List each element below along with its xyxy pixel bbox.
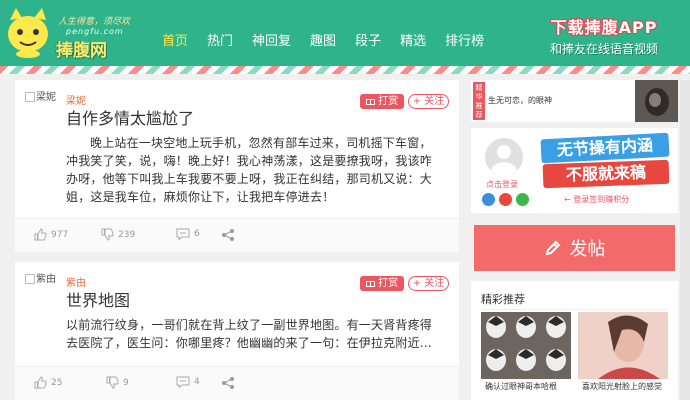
app-banner-title: 下载捧腹APP bbox=[550, 18, 658, 37]
logo-url: pengfu.com bbox=[66, 27, 124, 36]
nav-featured[interactable]: 精选 bbox=[400, 32, 426, 52]
post-card: 紫由 紫由 打赏 + 关注 世界地图 以前流行纹身，一哥们就在背上纹了一副世界地… bbox=[15, 262, 459, 400]
page-scrollbar[interactable] bbox=[680, 80, 690, 400]
reward-button[interactable]: 打赏 bbox=[360, 276, 404, 291]
nav-god-reply[interactable]: 神回复 bbox=[252, 32, 291, 52]
thumbs-down-icon bbox=[101, 228, 114, 241]
share-button[interactable] bbox=[221, 376, 239, 390]
post-body: 以前流行纹身，一哥们就在背上纹了一副世界地图。有一天肾背疼得去医院了，医生问：你… bbox=[66, 318, 433, 350]
download-app-banner[interactable]: 下载捧腹APP 和捧友在线语音视频 bbox=[520, 18, 688, 62]
gift-icon bbox=[365, 99, 375, 105]
recommend-text[interactable]: 生无可恋，的眼神 bbox=[488, 95, 552, 106]
broken-image-icon bbox=[25, 274, 35, 284]
promo-banner-line2[interactable]: 不服就来稿 bbox=[542, 159, 670, 189]
author-avatar[interactable]: 梁妮 bbox=[25, 92, 56, 104]
post-action-bar: 977 239 6 bbox=[15, 218, 459, 252]
reward-button[interactable]: 打赏 bbox=[360, 94, 404, 109]
author-avatar[interactable]: 紫由 bbox=[25, 274, 56, 286]
login-widget: 点击登录 无节操有内涵 不服就来稿 ← 登录签到赚积分 bbox=[471, 128, 678, 213]
weibo-icon[interactable] bbox=[499, 193, 512, 206]
comment-icon bbox=[176, 228, 190, 240]
share-icon bbox=[222, 377, 234, 389]
signin-points-link[interactable]: ← 登录签到赚积分 bbox=[564, 194, 629, 205]
share-icon bbox=[222, 229, 234, 241]
follow-button[interactable]: + 关注 bbox=[408, 276, 449, 291]
thumbs-down-icon bbox=[106, 376, 119, 389]
broken-image-icon bbox=[25, 92, 35, 102]
reward-label: 打赏 bbox=[378, 278, 399, 289]
comment-count: 6 bbox=[194, 229, 200, 239]
post-action-bar: 25 9 4 bbox=[15, 366, 459, 400]
dislike-count: 239 bbox=[118, 229, 136, 240]
site-logo[interactable]: 人生得意，须尽欢 pengfu.com 捧腹网 bbox=[4, 6, 154, 62]
login-link[interactable]: 点击登录 bbox=[486, 179, 518, 190]
like-button[interactable]: 25 bbox=[34, 376, 62, 389]
app-banner-subtitle: 和捧友在线语音视频 bbox=[549, 42, 658, 56]
post-body: 晚上站在一块空地上玩手机，忽然有部车过来，司机摇下车窗，冲我笑了笑，说，嗨！晚上… bbox=[66, 136, 433, 204]
logo-name: 捧腹网 bbox=[56, 41, 107, 61]
comment-icon bbox=[176, 376, 190, 388]
post-card: 梁妮 梁妮 打赏 + 关注 自作多情太尴尬了 晚上站在一块空地上玩手机，忽然有部… bbox=[15, 80, 459, 252]
main-nav: 首页 热门 神回复 趣图 段子 精选 排行榜 bbox=[162, 32, 503, 52]
share-button[interactable] bbox=[221, 228, 239, 242]
thumbs-up-icon bbox=[34, 228, 47, 241]
avatar-alt-text: 紫由 bbox=[36, 274, 56, 285]
comment-count: 4 bbox=[194, 377, 200, 387]
recommend-thumbnail[interactable] bbox=[635, 80, 678, 122]
recommend-widget[interactable]: 精华推荐 生无可恋，的眼神 bbox=[471, 80, 678, 122]
like-button[interactable]: 977 bbox=[34, 228, 68, 241]
dislike-count: 9 bbox=[123, 377, 129, 388]
thumbs-up-icon bbox=[34, 376, 47, 389]
featured-thumbnail[interactable] bbox=[578, 312, 668, 379]
pencil-icon bbox=[545, 240, 560, 256]
gift-icon bbox=[365, 281, 375, 287]
nav-home[interactable]: 首页 bbox=[162, 32, 188, 52]
like-count: 977 bbox=[51, 229, 69, 240]
wechat-icon[interactable] bbox=[516, 193, 529, 206]
cat-mascot-icon bbox=[8, 8, 48, 58]
recommend-photo-icon bbox=[635, 80, 678, 122]
post-title[interactable]: 自作多情太尴尬了 bbox=[66, 105, 194, 129]
qq-icon[interactable] bbox=[482, 193, 495, 206]
new-post-button[interactable]: 发帖 bbox=[474, 225, 675, 271]
featured-caption[interactable]: 确认过眼神哥本哈根 bbox=[485, 381, 557, 392]
avatar-alt-text: 梁妮 bbox=[36, 92, 56, 103]
nav-hot[interactable]: 热门 bbox=[207, 32, 233, 52]
nav-jokes[interactable]: 段子 bbox=[355, 32, 381, 52]
featured-caption[interactable]: 喜欢阳光射脸上的感觉 bbox=[582, 381, 662, 392]
header-stripe-divider bbox=[0, 66, 690, 74]
like-count: 25 bbox=[51, 377, 63, 388]
nav-funny-pics[interactable]: 趣图 bbox=[310, 32, 336, 52]
guest-avatar[interactable] bbox=[485, 138, 523, 176]
post-title[interactable]: 世界地图 bbox=[66, 287, 130, 311]
portrait-photo-icon bbox=[578, 312, 668, 379]
recommend-tag: 精华推荐 bbox=[473, 82, 485, 120]
promo-banner-line1[interactable]: 无节操有内涵 bbox=[540, 132, 670, 164]
featured-divider bbox=[481, 309, 668, 310]
site-header: 人生得意，须尽欢 pengfu.com 捧腹网 首页 热门 神回复 趣图 段子 … bbox=[0, 0, 690, 66]
dislike-button[interactable]: 9 bbox=[106, 376, 129, 389]
reward-label: 打赏 bbox=[378, 96, 399, 107]
husky-photo-icon bbox=[481, 312, 571, 379]
comment-button[interactable]: 6 bbox=[176, 228, 200, 240]
logo-tagline: 人生得意，须尽欢 bbox=[58, 17, 131, 27]
comment-button[interactable]: 4 bbox=[176, 376, 200, 388]
user-avatar-icon bbox=[491, 145, 517, 176]
featured-thumbnail[interactable] bbox=[481, 312, 571, 379]
nav-ranking[interactable]: 排行榜 bbox=[445, 32, 484, 52]
featured-widget: 精彩推荐 确认过眼神哥本哈根 喜欢阳光射脸上的感觉 bbox=[471, 281, 678, 400]
featured-title: 精彩推荐 bbox=[481, 293, 525, 306]
new-post-label: 发帖 bbox=[569, 239, 606, 260]
follow-button[interactable]: + 关注 bbox=[408, 94, 449, 109]
dislike-button[interactable]: 239 bbox=[101, 228, 135, 241]
